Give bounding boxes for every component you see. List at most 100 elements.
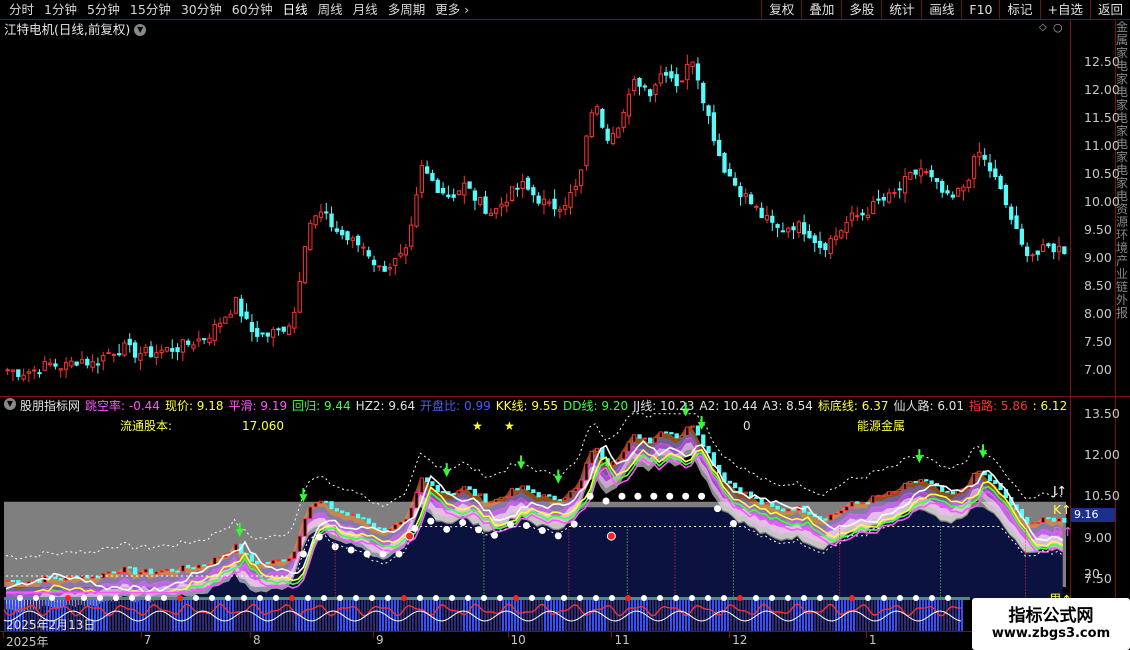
indicator-candle	[255, 560, 260, 565]
candle-body	[1035, 250, 1040, 255]
indicator-candle	[350, 513, 355, 516]
candlestick-chart[interactable]	[0, 0, 1130, 650]
candle-body	[552, 198, 557, 210]
candle-body	[738, 186, 743, 198]
osc-dot	[833, 595, 839, 601]
candle-body	[180, 339, 186, 353]
indicator-candle	[180, 564, 186, 572]
osc-bar	[391, 600, 393, 631]
indicator-candle	[419, 477, 424, 494]
date-tick	[140, 632, 142, 638]
osc-bar	[631, 600, 633, 631]
candle-body	[329, 213, 334, 228]
candle-body	[961, 186, 966, 192]
indicator-candle	[483, 493, 488, 503]
signal-dot	[666, 492, 674, 500]
date-tick	[3, 632, 4, 638]
indicator-value-4: HZ2: 9.64	[355, 399, 416, 413]
osc-bar	[358, 600, 360, 631]
k-line-label: K↑	[1053, 502, 1072, 517]
signal-dot	[411, 524, 419, 532]
indicator-tick-label: 7.50	[1084, 570, 1112, 586]
indicator-candle	[525, 485, 531, 491]
indicator-candle	[807, 511, 812, 515]
osc-bar	[337, 600, 339, 631]
osc-dot	[177, 595, 183, 601]
osc-bar	[370, 600, 372, 631]
indicator-candle	[334, 508, 340, 512]
candle-body	[897, 188, 902, 191]
osc-bar	[622, 600, 624, 631]
osc-dot	[593, 595, 599, 601]
osc-bar	[460, 600, 462, 631]
osc-bar	[520, 600, 522, 631]
candle-body	[217, 322, 223, 328]
osc-dot	[257, 595, 263, 601]
osc-bar	[244, 600, 246, 631]
osc-dot	[753, 595, 759, 601]
indicator-candle	[987, 474, 993, 482]
candle-body	[478, 196, 483, 205]
indicator-candle	[308, 506, 313, 520]
candle-body	[616, 127, 621, 138]
osc-bar	[643, 600, 645, 631]
candle-body	[446, 194, 451, 198]
chevron-down-icon[interactable]: ▼	[4, 398, 16, 410]
indicator-candle	[509, 488, 515, 497]
candle-body	[817, 240, 823, 248]
candle-body	[998, 175, 1003, 190]
osc-bar	[700, 600, 702, 631]
osc-bar	[946, 600, 948, 631]
osc-bar	[607, 600, 609, 631]
indicator-value-9: A2: 10.44	[699, 399, 758, 413]
indicator-candle	[844, 505, 849, 512]
osc-bar	[346, 600, 348, 631]
osc-dot	[705, 595, 711, 601]
osc-bar	[223, 600, 225, 631]
osc-dot	[225, 595, 231, 601]
indicator-name[interactable]: 股朋指标网	[20, 398, 80, 414]
osc-dot	[721, 595, 727, 601]
candle-body	[435, 179, 440, 193]
candle-body	[85, 358, 90, 366]
osc-bar	[295, 600, 297, 631]
signal-dot	[522, 522, 530, 530]
signal-dot	[650, 492, 658, 500]
osc-bar	[901, 600, 903, 631]
price-tick-label: 8.50	[1084, 277, 1112, 293]
candle-body	[674, 74, 679, 87]
osc-bar	[925, 600, 927, 631]
osc-bar	[457, 600, 459, 631]
osc-dot	[337, 595, 343, 601]
osc-dot	[433, 595, 439, 601]
date-tick	[611, 632, 613, 638]
candle-body	[1056, 245, 1062, 253]
indicator-value-3: 回归: 9.44	[292, 399, 351, 413]
candle-body	[419, 165, 424, 193]
indicator-tick-label: 12.00	[1084, 447, 1120, 462]
signal-dot	[315, 533, 323, 541]
osc-bar	[868, 600, 870, 631]
candle-body	[509, 186, 515, 202]
candle-body	[685, 63, 690, 81]
osc-bar	[271, 600, 273, 631]
signal-dot	[618, 492, 626, 500]
candle-body	[594, 106, 600, 115]
candle-body	[881, 196, 886, 201]
date-tick	[729, 632, 731, 638]
price-tick-label: 7.00	[1084, 361, 1112, 377]
osc-bar	[181, 600, 183, 631]
osc-dot	[497, 595, 503, 601]
indicator-candle	[340, 510, 345, 514]
watermark-logo: 指标公式网 www.zbgs3.com	[972, 598, 1130, 650]
osc-bar	[400, 600, 402, 631]
osc-bar	[136, 600, 138, 631]
osc-bar	[667, 600, 669, 631]
indicator-candle	[122, 566, 127, 573]
indicator-candle	[924, 479, 929, 482]
signal-dot	[554, 532, 562, 540]
osc-dot	[385, 595, 391, 601]
signal-dot	[602, 497, 610, 505]
price-tick-label: 11.00	[1084, 138, 1120, 154]
osc-dot	[81, 595, 87, 601]
